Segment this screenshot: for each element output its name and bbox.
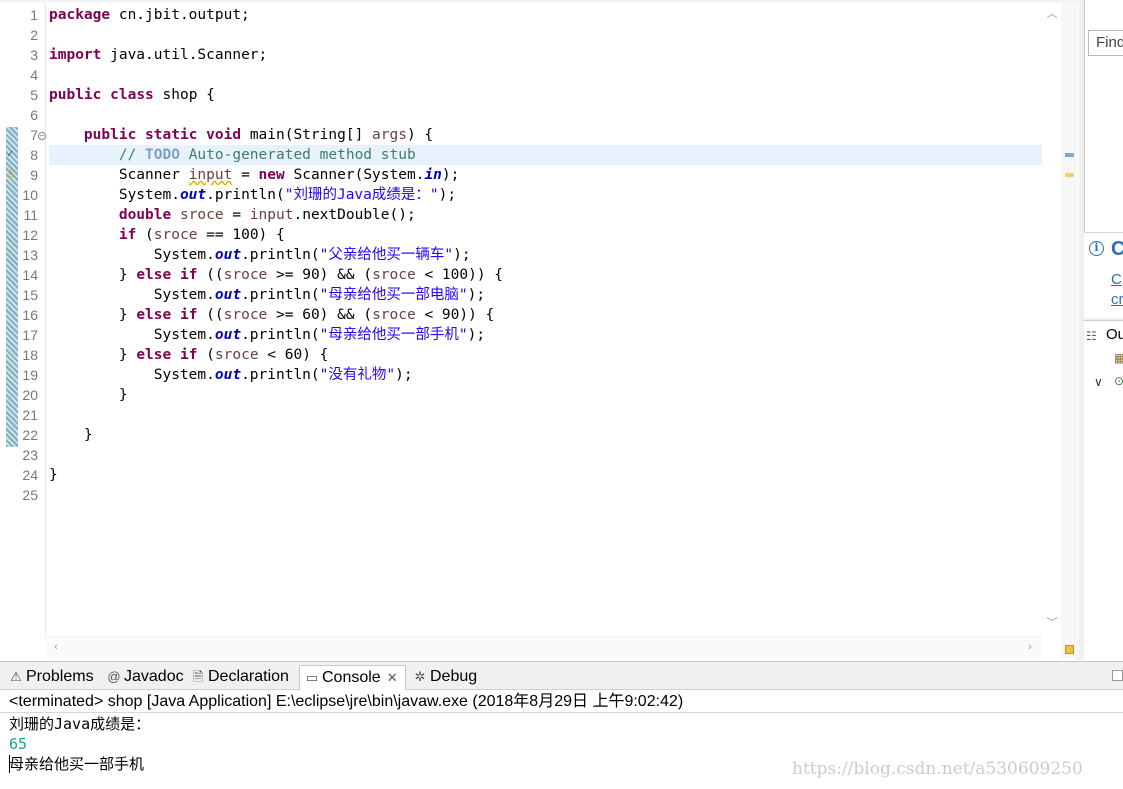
code-text-area[interactable]: package cn.jbit.output; import java.util… [49, 5, 1042, 635]
code-line: } [49, 387, 128, 403]
line-number: 20 [22, 387, 38, 403]
scroll-down-icon[interactable]: ﹀ [1046, 617, 1058, 629]
text-cursor [9, 755, 10, 773]
line-number: 15 [22, 287, 38, 303]
find-input[interactable]: Find [1088, 30, 1123, 56]
line-number: 9 [30, 167, 38, 183]
scroll-up-icon[interactable]: ︿ [1046, 8, 1058, 20]
fold-collapse-icon[interactable]: − [38, 132, 46, 140]
package-icon[interactable]: ▦ [1114, 351, 1123, 365]
connect-mylyn-section: i C C cr [1084, 232, 1123, 318]
code-editor[interactable]: 1 2 3 4 5 6 7 8 9 10 11 12 13 14 15 16 1… [0, 0, 1078, 660]
tab-label: Console [322, 669, 381, 686]
code-line: } [49, 467, 58, 483]
console-input-line: 65 [9, 735, 28, 753]
overview-task-mark[interactable] [1065, 153, 1074, 157]
editor-tab-strip [0, 0, 1078, 3]
outline-icon: ☷ [1086, 329, 1097, 343]
outline-title[interactable]: Ou [1106, 326, 1123, 343]
console-status-header: <terminated> shop [Java Application] E:\… [0, 691, 1123, 713]
code-line: public static void main(String[] args) { [83, 127, 434, 143]
line-number: 2 [30, 27, 38, 43]
declaration-icon: 🗎 [192, 669, 204, 684]
line-number: 17 [22, 327, 38, 343]
right-side-panel: Find i C C cr ☷ Ou ▦ ∨ ⊙ [1079, 0, 1123, 660]
line-number: 7 [30, 127, 38, 143]
outline-pane: ☷ Ou ▦ ∨ ⊙ [1084, 320, 1123, 660]
line-number: 13 [22, 247, 38, 263]
console-panel: ⚠ Problems @ Javadoc 🗎 Declaration ▭ Console… [0, 661, 1123, 789]
code-line-current: // TODO Auto-generated method stub [49, 145, 1042, 165]
line-number: 10 [22, 187, 38, 203]
line-number: 8 [30, 147, 38, 163]
horizontal-scrollbar[interactable]: ‹ › [46, 636, 1042, 658]
tab-console[interactable]: ▭ Console ✕ [299, 665, 406, 690]
tab-declaration[interactable]: 🗎 Declaration [186, 665, 289, 690]
warning-marker-icon[interactable]: ⚠ [6, 169, 15, 181]
tab-debug[interactable]: ✲ Debug [408, 665, 478, 690]
code-line: package cn.jbit.output; [49, 7, 250, 23]
code-line: System.out.println("没有礼物"); [153, 367, 413, 383]
tab-label: Problems [26, 668, 94, 685]
line-number: 24 [22, 467, 38, 483]
code-line: Scanner input = new Scanner(System.in); [118, 167, 460, 183]
vertical-scrollbar[interactable]: ︿ ﹀ [1042, 3, 1061, 635]
line-number: 23 [22, 447, 38, 463]
console-icon: ▭ [305, 670, 319, 685]
line-number: 6 [30, 107, 38, 123]
info-link[interactable]: cr [1111, 291, 1123, 308]
line-number: 21 [22, 407, 38, 423]
info-link[interactable]: C [1111, 271, 1122, 288]
scroll-right-icon[interactable]: › [1024, 641, 1036, 653]
info-icon: i [1089, 241, 1104, 256]
info-title: C [1111, 238, 1123, 260]
scroll-left-icon[interactable]: ‹ [50, 641, 62, 653]
line-number: 16 [22, 307, 38, 323]
problems-icon: ⚠ [10, 669, 22, 684]
code-line: if (sroce == 100) { [118, 227, 285, 243]
class-icon[interactable]: ⊙ [1114, 374, 1123, 388]
console-output-line: 刘珊的Java成绩是： [9, 715, 151, 733]
code-line: import java.util.Scanner; [49, 47, 268, 63]
line-number: 1 [30, 7, 38, 23]
overview-warning-mark[interactable] [1065, 173, 1074, 177]
code-line: System.out.println("父亲给他买一辆车"); [153, 247, 471, 263]
code-line: double sroce = input.nextDouble(); [118, 207, 416, 223]
watermark: https://blog.csdn.net/a530609250 [792, 759, 1083, 779]
line-number: 5 [30, 87, 38, 103]
code-line: System.out.println("母亲给他买一部电脑"); [153, 287, 486, 303]
line-number: 19 [22, 367, 38, 383]
code-line: public class shop { [49, 87, 215, 103]
tab-label: Declaration [208, 668, 289, 685]
bug-icon: ✲ [414, 669, 426, 684]
overview-status-icon[interactable] [1065, 645, 1074, 654]
chevron-down-icon[interactable]: ∨ [1094, 375, 1103, 389]
at-icon: @ [107, 669, 121, 684]
code-line: } [49, 427, 93, 443]
tab-javadoc[interactable]: @ Javadoc [102, 665, 184, 690]
line-number: 14 [22, 267, 38, 283]
line-number: 25 [22, 487, 38, 503]
tab-label: Debug [430, 668, 478, 685]
tab-label: Javadoc [124, 668, 184, 685]
close-icon[interactable]: ✕ [387, 666, 398, 690]
line-number-ruler: 1 2 3 4 5 6 7 8 9 10 11 12 13 14 15 16 1… [0, 3, 46, 635]
line-number: 18 [22, 347, 38, 363]
console-output-line: 母亲给他买一部手机 [9, 755, 145, 773]
code-line: System.out.println("刘珊的Java成绩是："); [118, 187, 457, 203]
tab-problems[interactable]: ⚠ Problems [4, 665, 94, 690]
overview-ruler[interactable] [1061, 3, 1078, 658]
code-line: } else if ((sroce >= 90) && (sroce < 100… [118, 267, 504, 283]
line-number: 4 [30, 67, 38, 83]
line-number: 3 [30, 47, 38, 63]
task-marker-icon[interactable]: ✓ [6, 149, 14, 161]
minimize-button[interactable] [1112, 670, 1123, 681]
panel-tab-bar: ⚠ Problems @ Javadoc 🗎 Declaration ▭ Console… [0, 662, 1123, 690]
code-line: } else if (sroce < 60) { [118, 347, 329, 363]
code-line: System.out.println("母亲给他买一部手机"); [153, 327, 486, 343]
line-number: 11 [23, 207, 38, 223]
code-line: } else if ((sroce >= 60) && (sroce < 90)… [118, 307, 495, 323]
line-number: 22 [22, 427, 38, 443]
line-number: 12 [22, 227, 38, 243]
